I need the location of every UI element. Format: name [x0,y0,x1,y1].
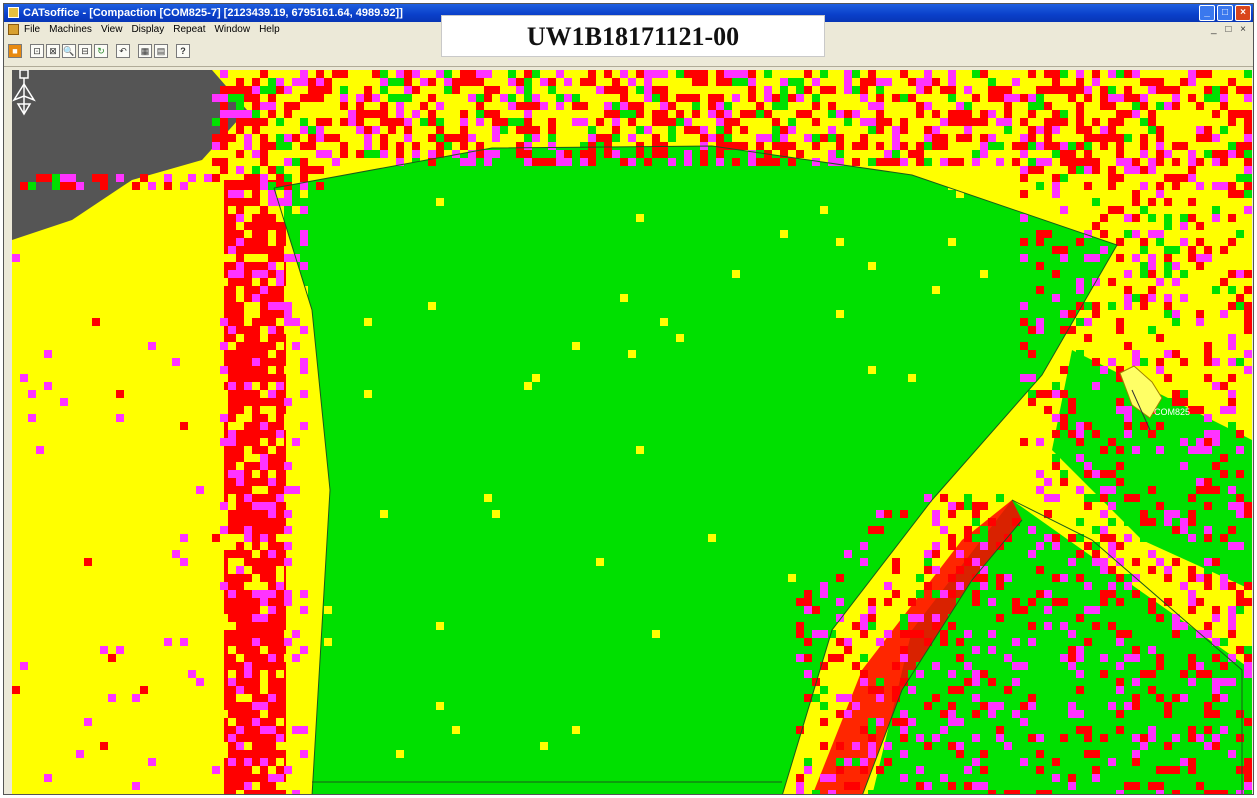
menu-help[interactable]: Help [259,22,280,38]
machine-label: COM825 [1154,407,1191,417]
zoom-out-icon[interactable]: ⊟ [78,44,92,58]
menu-window[interactable]: Window [214,22,250,38]
menu-display[interactable]: Display [131,22,164,38]
application-window: CATsoffice - [Compaction [COM825-7] [212… [3,3,1254,795]
north-arrow-icon [12,70,36,116]
zoom-window-icon[interactable]: ⊡ [30,44,44,58]
menu-view[interactable]: View [101,22,123,38]
table-icon[interactable]: ▦ [138,44,152,58]
close-button[interactable]: × [1235,5,1251,21]
zoom-extents-icon[interactable]: ⊠ [46,44,60,58]
menu-file[interactable]: File [24,22,40,38]
unmapped-area [12,70,247,240]
rotate-icon[interactable]: ↻ [94,44,108,58]
menu-repeat[interactable]: Repeat [173,22,205,38]
menu-machines[interactable]: Machines [49,22,92,38]
minimize-button[interactable]: _ [1199,5,1215,21]
maximize-button[interactable]: □ [1217,5,1233,21]
window-title: CATsoffice - [Compaction [COM825-7] [212… [23,7,403,19]
document-icon[interactable] [8,24,19,35]
compaction-map-view[interactable]: COM825 [12,70,1252,795]
app-icon[interactable] [8,7,19,18]
compaction-map-canvas[interactable] [12,70,1252,795]
help-icon[interactable]: ? [176,44,190,58]
undo-icon[interactable]: ↶ [116,44,130,58]
zoom-in-icon[interactable]: 🔍 [62,44,76,58]
layers-icon[interactable]: ▤ [154,44,168,58]
job-banner: UW1B18171121-00 [441,15,825,57]
stop-icon[interactable]: ■ [8,44,22,58]
mdi-window-controls[interactable]: _ □ × [1211,22,1249,38]
